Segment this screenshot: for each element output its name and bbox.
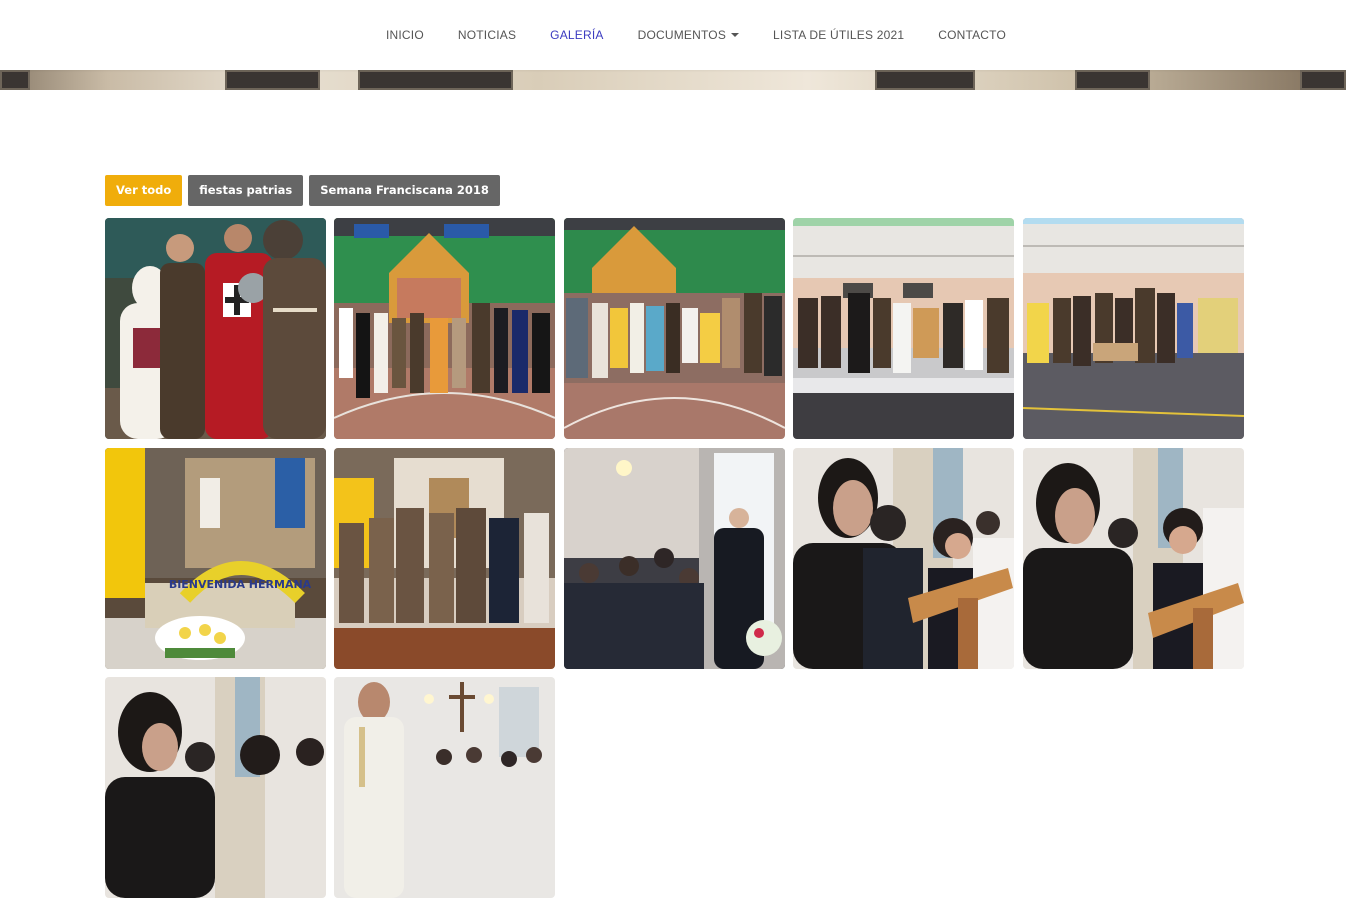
header-window: [1300, 70, 1346, 90]
nav-item-label: INICIO: [386, 28, 424, 42]
gallery-thumbnail[interactable]: [334, 448, 555, 669]
photo-gym-group: [334, 218, 555, 439]
header-window: [0, 70, 30, 90]
nav-item-lista-utiles[interactable]: LISTA DE ÚTILES 2021: [756, 28, 921, 42]
gallery-thumbnail[interactable]: [1023, 448, 1244, 669]
gallery-thumbnail[interactable]: BIENVENIDA HERMANA: [105, 448, 326, 669]
nav-item-label: CONTACTO: [938, 28, 1007, 42]
photo-courtyard-group: [793, 218, 1014, 439]
nav-item-galeria[interactable]: GALERÍA: [533, 28, 620, 42]
header-window: [1075, 70, 1150, 90]
photo-courtyard-group-2: [1023, 218, 1244, 439]
gallery-thumbnail[interactable]: [793, 218, 1014, 439]
caret-down-icon: [731, 33, 740, 37]
gallery-thumbnail[interactable]: [564, 448, 785, 669]
filter-semana-franciscana-button[interactable]: Semana Franciscana 2018: [309, 175, 500, 206]
gallery-thumbnail[interactable]: [793, 448, 1014, 669]
header-image: [0, 70, 1346, 90]
header-window: [225, 70, 320, 90]
photo-classroom-nun: [564, 448, 785, 669]
gallery-thumbnail[interactable]: [334, 218, 555, 439]
photo-gym-group-wide: [564, 218, 785, 439]
nav-menu: INICIO NOTICIAS GALERÍA DOCUMENTOS LISTA…: [369, 0, 1023, 70]
photo-gallery: BIENVENIDA HERMANA: [105, 218, 1245, 898]
top-navbar: INICIO NOTICIAS GALERÍA DOCUMENTOS LISTA…: [0, 0, 1346, 70]
filter-fiestas-patrias-button[interactable]: fiestas patrias: [188, 175, 304, 206]
header-window: [358, 70, 513, 90]
gallery-thumbnail[interactable]: [1023, 218, 1244, 439]
filter-ver-todo-button[interactable]: Ver todo: [105, 175, 183, 206]
nav-item-label: GALERÍA: [550, 28, 604, 42]
gallery-filters: Ver todo fiestas patrias Semana Francisc…: [105, 175, 500, 206]
nav-item-noticias[interactable]: NOTICIAS: [441, 28, 533, 42]
gallery-thumbnail[interactable]: [564, 218, 785, 439]
gallery-thumbnail[interactable]: [334, 677, 555, 898]
nav-item-contacto[interactable]: CONTACTO: [921, 28, 1023, 42]
gallery-thumbnail[interactable]: [105, 677, 326, 898]
photo-teacher-students: [105, 677, 326, 898]
nav-item-label: NOTICIAS: [457, 28, 517, 42]
nav-item-documentos[interactable]: DOCUMENTOS: [621, 28, 756, 42]
photo-costume-characters: [105, 218, 326, 439]
header-window: [875, 70, 975, 90]
photo-priest-mass: [334, 677, 555, 898]
gallery-thumbnail[interactable]: [105, 218, 326, 439]
photo-chapel-friars: [334, 448, 555, 669]
nav-item-label: LISTA DE ÚTILES 2021: [773, 28, 905, 42]
photo-reader-lectern-2: [1023, 448, 1244, 669]
banner-text: BIENVENIDA HERMANA: [169, 578, 312, 591]
nav-item-inicio[interactable]: INICIO: [369, 28, 441, 42]
photo-reader-lectern: [793, 448, 1014, 669]
photo-chapel-altar: BIENVENIDA HERMANA: [105, 448, 326, 669]
nav-item-label: DOCUMENTOS: [637, 28, 727, 42]
